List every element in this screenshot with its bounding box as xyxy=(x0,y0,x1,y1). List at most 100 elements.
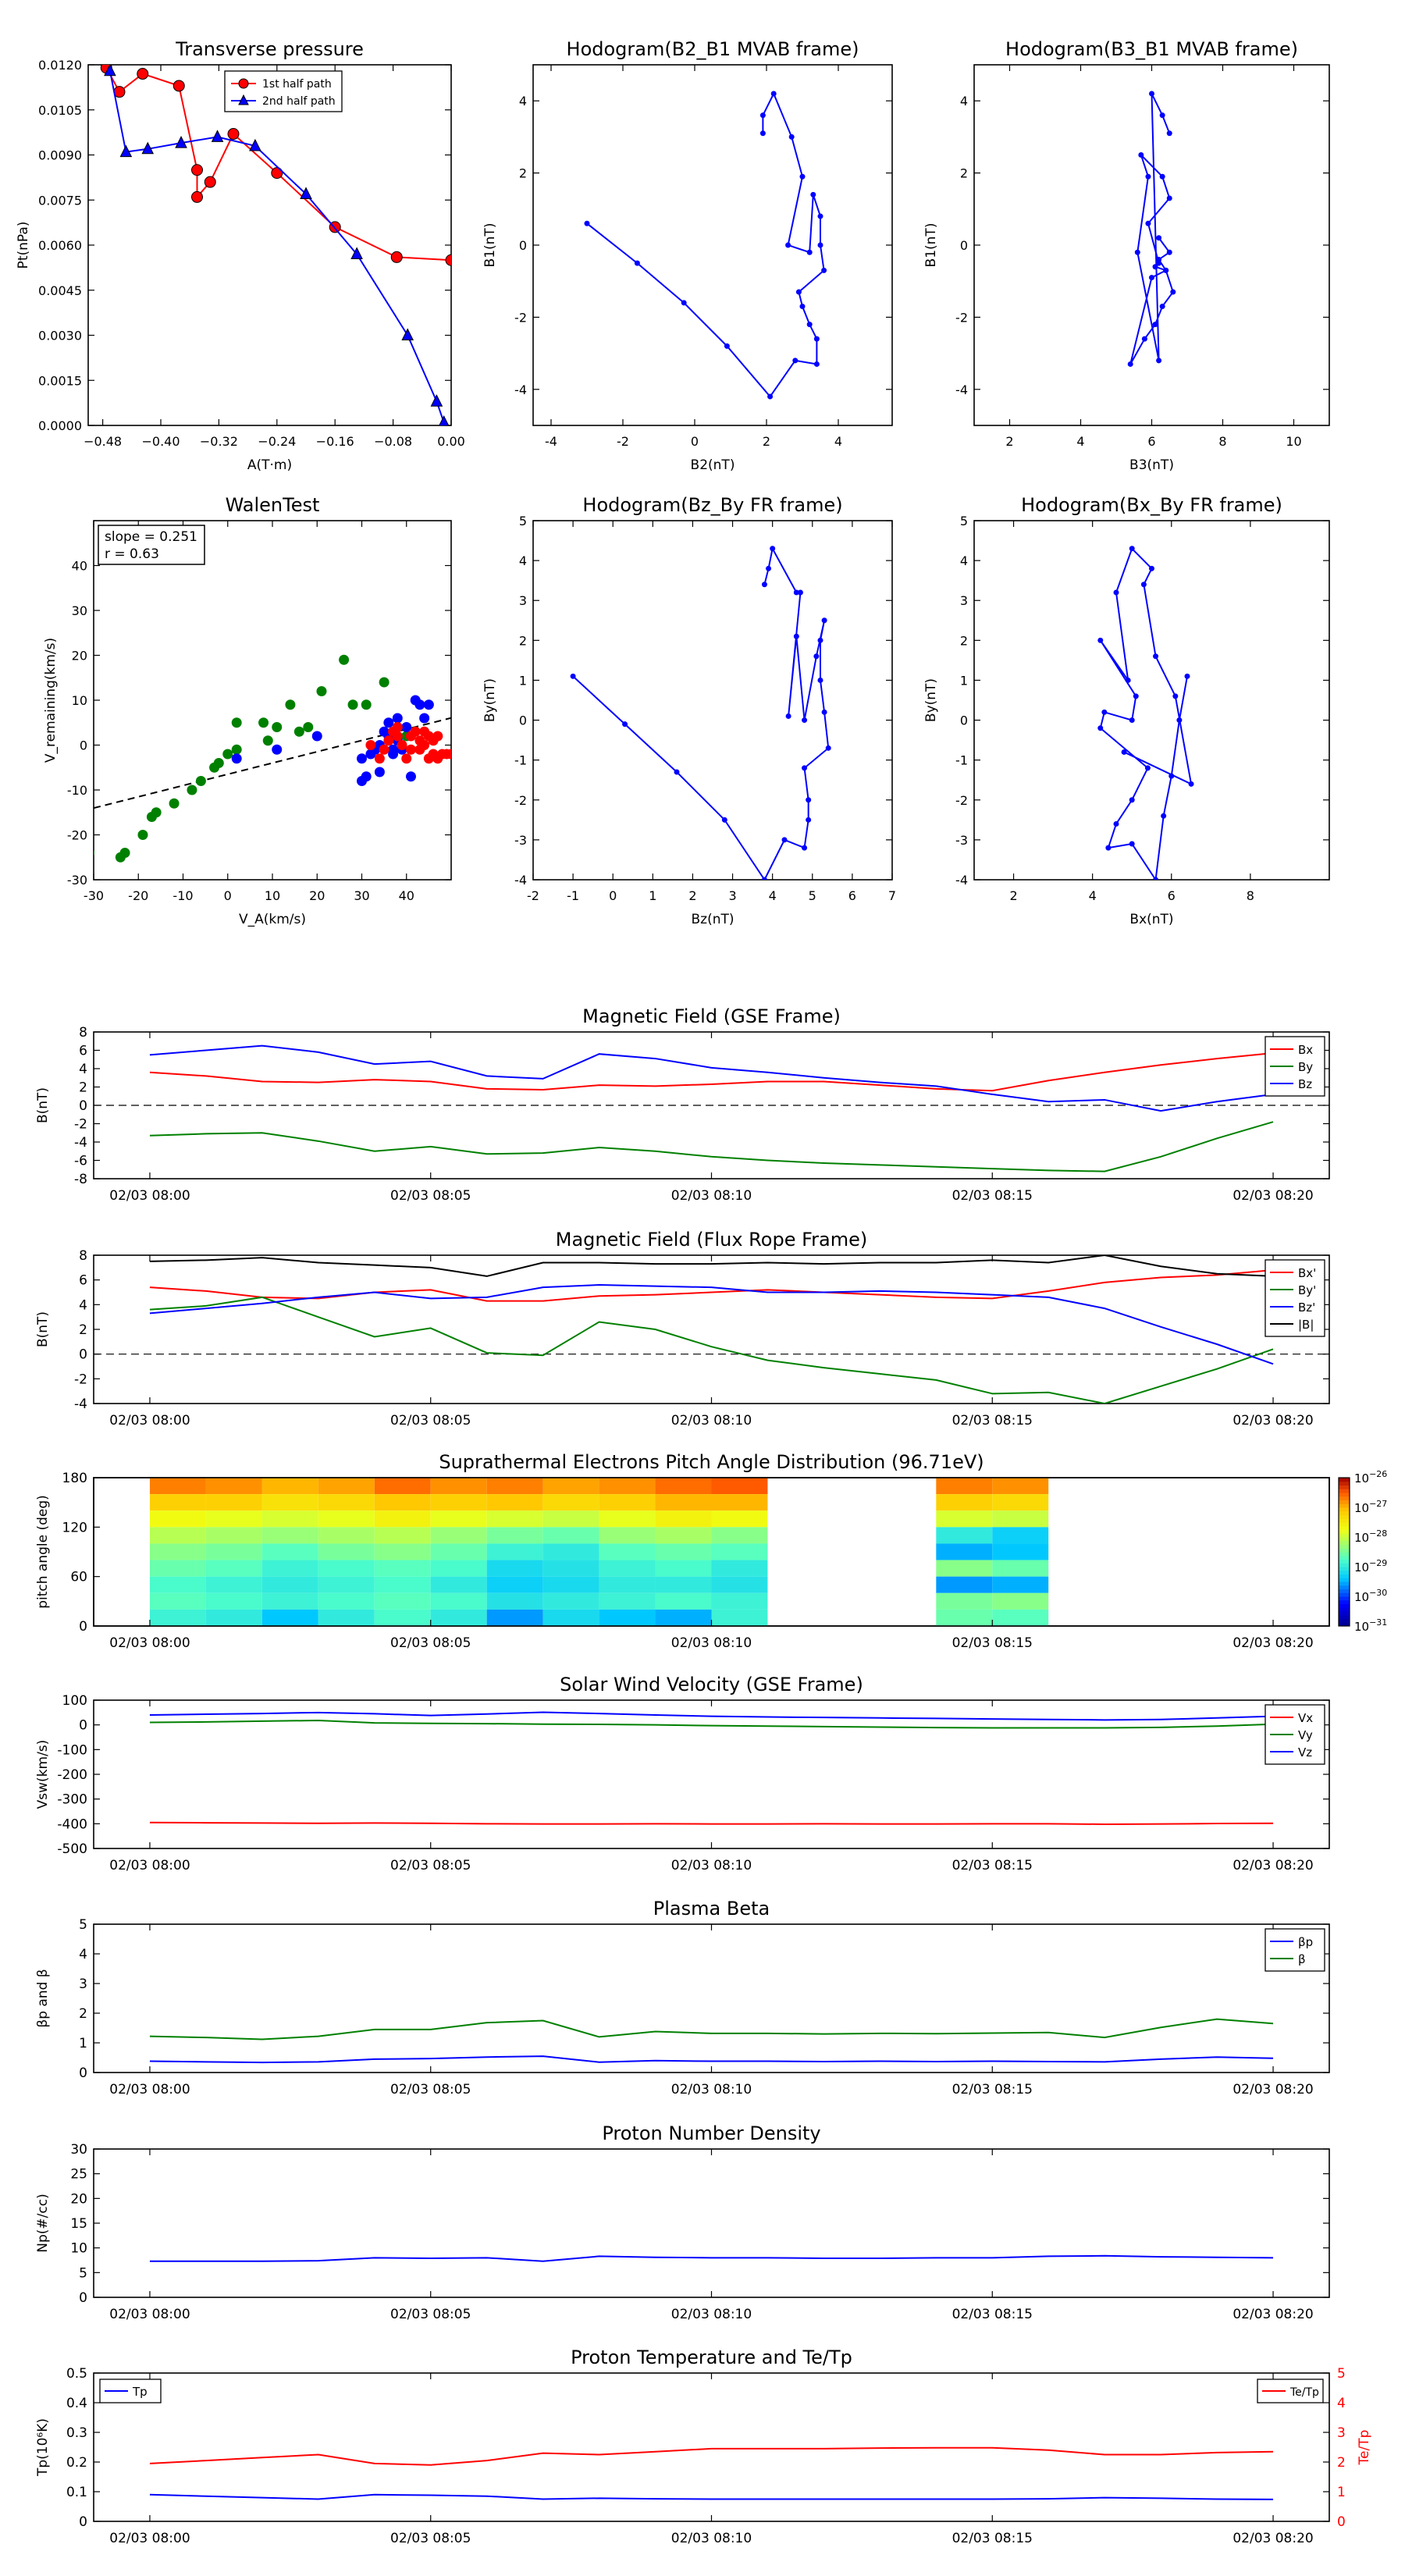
panel-beta: Plasma Beta 02/03 08:00 02/03 08:05 02/03 0… xyxy=(35,1898,1330,2097)
data-point xyxy=(1097,637,1104,643)
heatmap-cell xyxy=(486,1527,543,1544)
data-point xyxy=(1153,877,1159,880)
chart-title: Magnetic Field (Flux Rope Frame) xyxy=(556,1229,867,1251)
heatmap-cell xyxy=(599,1527,656,1544)
heatmap-cell xyxy=(374,1543,431,1560)
x-tick-label: 2 xyxy=(1009,888,1017,903)
data-point xyxy=(1127,361,1133,367)
heatmap-cell xyxy=(599,1494,656,1511)
y-tick-label: 2 xyxy=(79,1322,87,1338)
heatmap-cell xyxy=(655,1560,712,1577)
data-point xyxy=(817,677,823,683)
heatmap-cell xyxy=(149,1494,206,1511)
heatmap-cell xyxy=(936,1478,993,1495)
colorbar-segment xyxy=(1339,1529,1350,1534)
x-tick-label: 02/03 08:15 xyxy=(952,2082,1033,2097)
colorbar-segment xyxy=(1339,1589,1350,1593)
x-tick-label: -2 xyxy=(527,888,539,903)
colorbar-segment xyxy=(1339,1503,1350,1508)
heatmap-cell xyxy=(205,1576,262,1593)
scatter-point xyxy=(222,749,233,760)
y-tick-label: -4 xyxy=(955,873,968,888)
x-tick-label: 10 xyxy=(265,888,280,903)
data-point xyxy=(1163,267,1169,273)
x-tick-label: 02/03 08:10 xyxy=(671,1188,752,1204)
y-axis-label: By(nT) xyxy=(923,678,939,722)
x-tick-label: 0 xyxy=(609,888,617,903)
heatmap-cell xyxy=(374,1478,431,1495)
heatmap-cell xyxy=(149,1543,206,1560)
data-point xyxy=(813,361,820,367)
scatter-point xyxy=(414,699,425,710)
y-tick-label: 15 xyxy=(70,2216,87,2232)
y-tick-label: 2 xyxy=(960,166,968,181)
y-tick-label: 0 xyxy=(79,2514,87,2530)
heatmap-cell xyxy=(655,1543,712,1560)
series-line-By' xyxy=(149,1296,1274,1404)
y-tick-label: -500 xyxy=(57,1841,87,1857)
scatter-point xyxy=(303,722,314,732)
heatmap-cell xyxy=(318,1494,375,1511)
heatmap-cells xyxy=(149,1478,1049,1626)
heatmap-cell xyxy=(992,1478,1049,1495)
data-point xyxy=(767,393,774,400)
y-tick-label: 5 xyxy=(960,514,968,528)
scatter-point xyxy=(187,785,197,795)
legend-label: Vx xyxy=(1298,1711,1313,1725)
data-point xyxy=(825,745,831,751)
axes-frame xyxy=(93,1254,1330,1404)
chart-title: Hodogram(B3_B1 MVAB frame) xyxy=(1005,38,1298,60)
x-tick-label: −0.32 xyxy=(200,434,238,449)
colorbar-segment xyxy=(1339,1596,1350,1601)
heatmap-cell xyxy=(261,1527,318,1544)
y-tick-label: 0.0000 xyxy=(38,418,82,433)
heatmap-cell xyxy=(655,1527,712,1544)
data-point xyxy=(781,837,788,843)
chart-title: Plasma Beta xyxy=(653,1898,770,1920)
heatmap-cell xyxy=(486,1592,543,1610)
scatter-point xyxy=(405,744,416,755)
data-point xyxy=(211,130,224,142)
data-point xyxy=(799,304,806,310)
data-point xyxy=(1188,781,1194,787)
heatmap-cell xyxy=(599,1478,656,1495)
scatter-point xyxy=(262,735,273,746)
heatmap-cell xyxy=(599,1609,656,1626)
heatmap-cell xyxy=(936,1609,993,1626)
heatmap-cell xyxy=(711,1576,768,1593)
data-point xyxy=(1156,260,1162,266)
legend-label: β xyxy=(1298,1952,1306,1966)
data-point xyxy=(1144,765,1151,771)
heatmap-cell xyxy=(261,1510,318,1528)
y-tick-label: 1 xyxy=(79,2036,87,2051)
y-tick-label: -4 xyxy=(74,1397,87,1412)
y-tick-label: 0 xyxy=(79,1619,87,1635)
colorbar-segment xyxy=(1339,1552,1350,1557)
heatmap-cell xyxy=(318,1478,375,1495)
data-point xyxy=(570,673,576,679)
heatmap-cell xyxy=(486,1576,543,1593)
y-tick-label: -2 xyxy=(74,1372,87,1387)
heatmap-cell xyxy=(430,1527,487,1544)
y-tick-label: 8 xyxy=(79,1248,87,1264)
data-point xyxy=(806,322,813,328)
legend-label: Te/Tp xyxy=(1289,2386,1319,2399)
scatter-point xyxy=(392,713,403,724)
x-tick-label: 02/03 08:15 xyxy=(952,1858,1033,1873)
panel-bfr: Magnetic Field (Flux Rope Frame) 02/03 08… xyxy=(35,1229,1330,1429)
series-line-By xyxy=(149,1121,1274,1172)
legend-label: By' xyxy=(1298,1283,1316,1297)
x-tick-label: 6 xyxy=(1168,888,1176,903)
chart-title: WalenTest xyxy=(226,494,320,516)
scatter-point xyxy=(272,722,283,732)
colorbar-segment xyxy=(1339,1592,1350,1597)
colorbar-segment xyxy=(1339,1537,1350,1542)
y-tick-label: 60 xyxy=(70,1570,87,1585)
x-tick-label: 02/03 08:05 xyxy=(390,2082,471,2097)
heatmap-cell xyxy=(149,1592,206,1610)
data-point xyxy=(766,565,772,571)
heatmap-cell xyxy=(261,1543,318,1560)
axes-frame xyxy=(93,1699,1330,1849)
data-point xyxy=(1152,322,1158,328)
scatter-point xyxy=(347,699,358,710)
